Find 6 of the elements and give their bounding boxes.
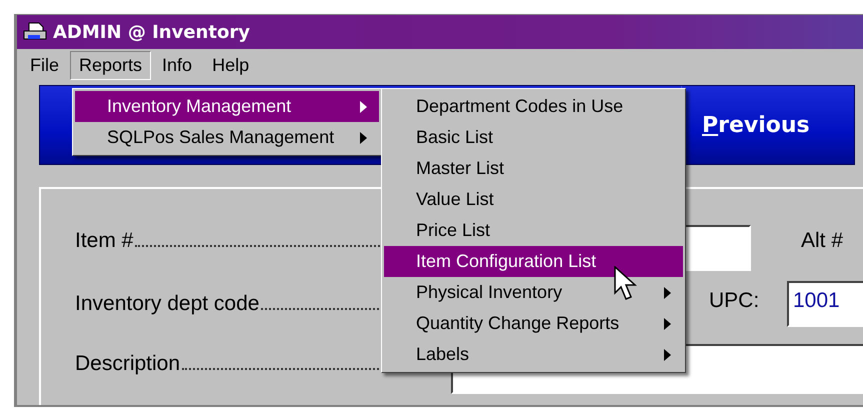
window-title: ADMIN @ Inventory <box>53 22 250 42</box>
field-label: Description <box>75 352 180 376</box>
field-label: Alt # <box>801 229 844 253</box>
field-label: UPC: <box>709 289 760 313</box>
field-label: Item # <box>75 229 134 253</box>
field-label: Inventory dept code <box>75 292 260 316</box>
